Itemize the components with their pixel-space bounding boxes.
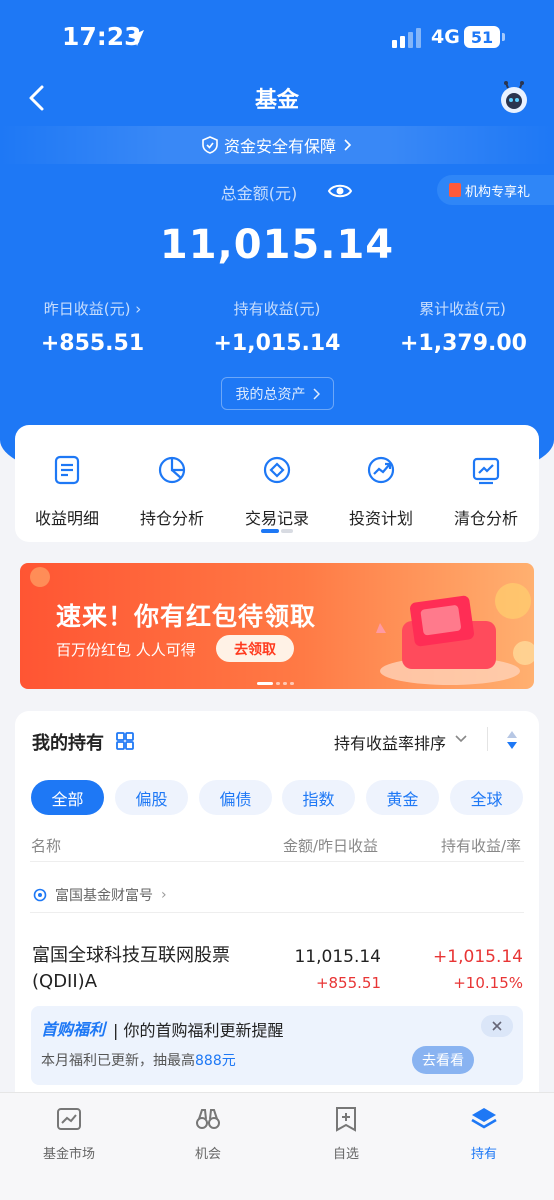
red-envelope-banner[interactable]: 速来！你有红包待领取 百万份红包 人人可得 去领取	[20, 563, 534, 689]
cumulative-profit: 累计收益(元) +1,379.00	[400, 298, 527, 356]
menu-label: 持仓分析	[139, 509, 204, 528]
first-purchase-welfare-card: 首购福利 | 你的首购福利更新提醒 本月福利已更新，抽最高888元 去看看	[31, 1006, 523, 1085]
filter-chip-bond[interactable]: 偏债	[199, 780, 272, 815]
safety-text: 资金安全有保障	[223, 137, 336, 156]
tab-label: 持有	[470, 1147, 497, 1162]
tab-fund-market[interactable]: 基金市场	[19, 1105, 119, 1162]
tab-label: 基金市场	[42, 1147, 95, 1162]
total-assets-label: 我的总资产	[235, 386, 306, 403]
filter-chip-global[interactable]: 全球	[450, 780, 523, 815]
cumulative-profit-label: 累计收益(元)	[419, 300, 506, 318]
tab-label: 自选	[332, 1147, 359, 1162]
trend-icon	[367, 456, 395, 484]
divider	[30, 861, 524, 862]
filter-chip-all[interactable]: 全部	[31, 780, 104, 815]
layers-icon	[471, 1108, 497, 1129]
eye-icon[interactable]	[327, 180, 353, 202]
fund-holding-rate: +10.15%	[453, 974, 523, 992]
pie-chart-icon	[158, 456, 186, 484]
company-logo-icon	[33, 888, 47, 902]
holding-profit-label: 持有收益(元)	[233, 300, 321, 318]
menu-investment-plan[interactable]: 投资计划	[331, 453, 431, 529]
total-amount-value: 11,015.14	[159, 222, 395, 268]
nav-bar: 基金	[0, 76, 554, 120]
shield-icon	[202, 136, 218, 154]
tab-label: 机会	[194, 1147, 221, 1162]
banner-page-indicator	[257, 682, 294, 685]
chevron-right-icon	[344, 139, 352, 151]
battery-icon: 51	[464, 26, 500, 48]
chevron-right-icon: ›	[161, 887, 167, 903]
filter-chip-index[interactable]: 指数	[282, 780, 355, 815]
yesterday-profit[interactable]: 昨日收益(元) › +855.51	[30, 298, 155, 356]
column-header-name: 名称	[31, 837, 62, 855]
sort-selector[interactable]: 持有收益率排序	[334, 730, 446, 754]
welfare-highlight: 888元	[195, 1053, 236, 1069]
banner-title: 速来！你有红包待领取	[56, 602, 317, 631]
welfare-message: | 你的首购福利更新提醒	[113, 1021, 284, 1040]
view-welfare-button[interactable]: 去看看	[412, 1046, 474, 1074]
tab-watchlist[interactable]: 自选	[296, 1105, 396, 1162]
divider	[30, 912, 524, 913]
status-bar: 17:23 4G 51	[0, 0, 554, 76]
bottom-tab-bar: 基金市场 机会 自选 持有	[0, 1092, 554, 1200]
fund-company-name: 富国基金财富号	[55, 888, 153, 904]
menu-clearance-analysis[interactable]: 清仓分析	[436, 453, 536, 529]
tab-holdings[interactable]: 持有	[434, 1105, 534, 1162]
menu-label: 投资计划	[348, 509, 413, 528]
safety-guarantee-link[interactable]: 资金安全有保障	[0, 126, 554, 164]
filter-chip-stock[interactable]: 偏股	[115, 780, 188, 815]
quick-menu: 收益明细 持仓分析 交易记录 投资计划 清仓分析	[15, 425, 539, 542]
menu-page-indicator	[261, 529, 293, 533]
welfare-subtext: 本月福利已更新，抽最高888元	[41, 1053, 236, 1069]
record-icon	[263, 456, 291, 484]
holdings-section: 我的持有 持有收益率排序 全部 偏股 偏债 指数 黄金 全球 名称 金额/昨日收…	[15, 711, 539, 1111]
tab-opportunity[interactable]: 机会	[158, 1105, 258, 1162]
chart-board-icon	[472, 457, 500, 485]
robot-assistant-icon[interactable]	[496, 80, 532, 116]
fund-holding-profit: +1,015.14	[433, 947, 523, 967]
chevron-right-icon	[312, 387, 320, 400]
menu-label: 清仓分析	[453, 509, 518, 528]
chevron-down-icon	[455, 735, 467, 743]
fund-company-link[interactable]: 富国基金财富号 ›	[33, 885, 167, 905]
sort-order-icon[interactable]	[506, 730, 518, 750]
network-type: 4G	[431, 26, 460, 48]
battery-cap	[502, 33, 505, 41]
holdings-title: 我的持有	[32, 733, 104, 754]
fund-name[interactable]: 富国全球科技互联网股票(QDII)A	[32, 943, 282, 995]
total-amount-label: 总金额(元)	[220, 184, 298, 203]
yesterday-profit-value: +855.51	[40, 331, 145, 356]
filter-chip-gold[interactable]: 黄金	[366, 780, 439, 815]
holding-profit-value: +1,015.14	[213, 331, 341, 356]
yesterday-profit-label: 昨日收益(元) ›	[43, 300, 142, 318]
menu-trade-records[interactable]: 交易记录	[227, 453, 327, 529]
page-title: 基金	[254, 88, 299, 113]
total-assets-button[interactable]: 我的总资产	[221, 377, 334, 410]
fund-yesterday-profit: +855.51	[315, 974, 381, 992]
menu-label: 收益明细	[34, 509, 99, 528]
column-header-amount: 金额/昨日收益	[283, 837, 379, 855]
divider	[487, 727, 488, 751]
welfare-brand: 首购福利	[41, 1020, 106, 1039]
signal-icon	[392, 28, 421, 48]
market-icon	[57, 1108, 81, 1130]
menu-position-analysis[interactable]: 持仓分析	[122, 453, 222, 529]
menu-income-detail[interactable]: 收益明细	[17, 453, 117, 529]
location-arrow-icon	[128, 30, 144, 46]
document-icon	[54, 455, 80, 485]
close-icon[interactable]	[481, 1015, 513, 1037]
fund-amount: 11,015.14	[294, 947, 381, 967]
banner-subtitle: 百万份红包 人人可得	[56, 641, 196, 659]
grid-view-icon[interactable]	[116, 732, 134, 750]
menu-label: 交易记录	[244, 509, 309, 528]
column-header-profit: 持有收益/率	[441, 837, 522, 855]
add-favorite-icon	[336, 1107, 356, 1132]
binoculars-icon	[196, 1109, 220, 1129]
claim-button[interactable]: 去领取	[216, 635, 294, 662]
cumulative-profit-value: +1,379.00	[400, 331, 527, 356]
holding-profit: 持有收益(元) +1,015.14	[210, 298, 344, 356]
